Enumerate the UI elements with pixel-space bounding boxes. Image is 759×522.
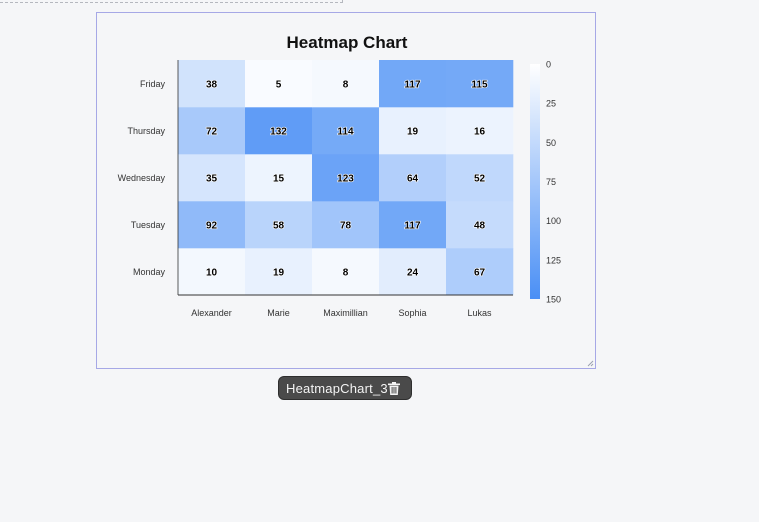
trash-icon[interactable] — [388, 382, 400, 395]
y-tick-label: Tuesday — [131, 220, 166, 230]
cell-value-label: 58 — [273, 221, 285, 232]
color-scale-tick-label: 0 — [546, 60, 551, 70]
cell-value-label: 114 — [337, 127, 354, 138]
color-scale-tick-label: 75 — [546, 177, 556, 187]
y-tick-label: Monday — [133, 267, 166, 277]
x-tick-label: Lukas — [467, 308, 492, 318]
widget-name-tag[interactable]: HeatmapChart_3 — [278, 376, 412, 400]
y-tick-label: Friday — [140, 79, 166, 89]
cell-value-label: 132 — [270, 127, 287, 138]
cell-value-label: 117 — [404, 80, 421, 91]
cell-value-label: 92 — [206, 221, 218, 232]
cell-value-label: 8 — [343, 80, 349, 91]
cell-value-label: 67 — [474, 268, 486, 279]
cell-value-label: 35 — [206, 174, 218, 185]
cell-value-label: 64 — [407, 174, 419, 185]
cell-value-label: 24 — [407, 268, 419, 279]
cell-value-label: 19 — [273, 268, 285, 279]
color-scale-tick-label: 50 — [546, 138, 556, 148]
cell-value-label: 52 — [474, 174, 486, 185]
color-scale-bar — [530, 64, 540, 299]
chart-title: Heatmap Chart — [287, 33, 408, 52]
cell-value-label: 123 — [337, 174, 354, 185]
cell-value-label: 10 — [206, 268, 218, 279]
cell-value-label: 19 — [407, 127, 419, 138]
x-tick-label: Alexander — [191, 308, 232, 318]
cell-value-label: 15 — [273, 174, 285, 185]
color-scale-tick-label: 25 — [546, 99, 556, 109]
x-tick-label: Sophia — [398, 308, 426, 318]
color-scale-tick-label: 125 — [546, 255, 561, 265]
x-tick-label: Marie — [267, 308, 290, 318]
cell-value-label: 8 — [343, 268, 349, 279]
heatmap-chart: Heatmap Chart 10 19 8 24 6792 58 78 117 4835 15 12… — [118, 33, 561, 318]
widget-name-label: HeatmapChart_3 — [286, 380, 388, 396]
x-tick-label: Maximillian — [323, 308, 368, 318]
cell-value-label: 115 — [471, 80, 488, 91]
cell-value-label: 72 — [206, 127, 218, 138]
cell-value-label: 5 — [276, 80, 282, 91]
cell-value-label: 78 — [340, 221, 352, 232]
y-tick-label: Thursday — [127, 126, 165, 136]
cell-value-label: 38 — [206, 80, 218, 91]
color-scale-tick-label: 100 — [546, 216, 561, 226]
cell-value-label: 48 — [474, 221, 486, 232]
color-scale-tick-label: 150 — [546, 295, 561, 305]
cell-value-label: 16 — [474, 127, 486, 138]
y-tick-label: Wednesday — [118, 173, 166, 183]
cell-value-label: 117 — [404, 221, 421, 232]
selection-guide — [0, 0, 343, 3]
